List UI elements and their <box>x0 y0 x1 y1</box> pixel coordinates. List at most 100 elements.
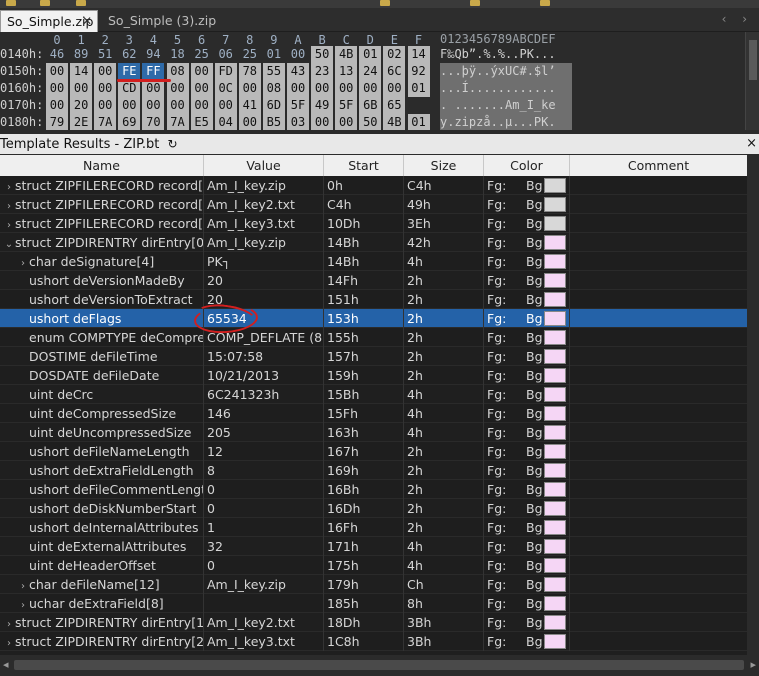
hex-byte[interactable]: 00 <box>190 97 213 114</box>
table-row[interactable]: ushort deInternalAttributes 1 16Fh 2h Fg: Bg: <box>0 518 747 537</box>
hex-row[interactable]: 0180h: 79 2E 7A 69 70 7A E5 04 00 B5 03 00 00 50 4B 01 y.… <box>0 114 759 130</box>
hex-byte[interactable]: 89 <box>70 46 92 63</box>
cell-comment[interactable] <box>570 347 747 366</box>
hex-byte[interactable]: 49 <box>311 97 334 114</box>
column-header-name[interactable]: Name <box>0 155 204 176</box>
hex-byte[interactable]: 55 <box>262 63 285 80</box>
bg-color-swatch[interactable] <box>544 368 566 383</box>
hex-byte[interactable]: 6D <box>262 97 285 114</box>
hex-byte[interactable]: 78 <box>238 63 261 80</box>
hex-byte[interactable]: FF <box>142 63 165 80</box>
table-row[interactable]: › struct ZIPDIRENTRY dirEntry[1] Am_I_key2… <box>0 613 747 632</box>
hex-byte[interactable]: 00 <box>142 97 165 114</box>
bg-color-swatch[interactable] <box>544 501 566 516</box>
hex-byte[interactable]: 00 <box>190 80 213 97</box>
hex-byte[interactable]: 00 <box>46 97 68 114</box>
cell-comment[interactable] <box>570 233 747 252</box>
table-row[interactable]: › uchar deExtraField[8] 185h 8h Fg: Bg: <box>0 594 747 613</box>
hex-byte[interactable]: 00 <box>94 80 117 97</box>
cell-comment[interactable] <box>570 195 747 214</box>
bg-color-swatch[interactable] <box>544 235 566 250</box>
bg-color-swatch[interactable] <box>544 539 566 554</box>
table-row[interactable]: ushort deVersionToExtract 20 151h 2h Fg: Bg: <box>0 290 747 309</box>
cell-comment[interactable] <box>570 309 747 328</box>
cell-comment[interactable] <box>570 366 747 385</box>
hex-byte[interactable]: 7A <box>94 114 117 130</box>
bg-color-swatch[interactable] <box>544 577 566 592</box>
tab-so-simple-3-zip[interactable]: So_Simple (3).zip <box>102 10 222 32</box>
hex-byte[interactable]: 00 <box>287 80 309 97</box>
table-row[interactable]: ushort deFileCommentLength 0 16Bh 2h Fg: Bg: <box>0 480 747 499</box>
column-header-start[interactable]: Start <box>324 155 404 176</box>
bg-color-swatch[interactable] <box>544 254 566 269</box>
hex-byte[interactable]: 00 <box>94 63 117 80</box>
cell-comment[interactable] <box>570 442 747 461</box>
scroll-left-icon[interactable]: ◂ <box>3 658 9 671</box>
hex-byte[interactable]: 00 <box>335 114 358 130</box>
hex-byte[interactable]: 94 <box>142 46 164 63</box>
bg-color-swatch[interactable] <box>544 273 566 288</box>
cell-comment[interactable] <box>570 423 747 442</box>
cell-comment[interactable] <box>570 480 747 499</box>
hex-byte[interactable]: 03 <box>287 114 309 130</box>
hex-ascii[interactable]: y.zipzå..µ...PK. <box>440 114 572 130</box>
bg-color-swatch[interactable] <box>544 311 566 326</box>
bg-color-swatch[interactable] <box>544 197 566 212</box>
expand-chevron-icon[interactable]: ⌄ <box>3 235 15 252</box>
hex-byte[interactable]: 02 <box>383 46 406 63</box>
hex-byte[interactable]: 01 <box>407 114 430 130</box>
hex-byte[interactable]: 00 <box>238 80 261 97</box>
hex-byte[interactable]: 4B <box>383 114 406 130</box>
hex-byte[interactable]: CD <box>118 80 141 97</box>
hex-byte[interactable]: 00 <box>311 114 334 130</box>
table-row[interactable]: uint deCompressedSize 146 15Fh 4h Fg: Bg: <box>0 404 747 423</box>
hex-byte[interactable]: FE <box>118 63 141 80</box>
grid-horizontal-scrollbar[interactable]: ◂ ▸ <box>0 655 759 676</box>
hex-byte[interactable]: 23 <box>311 63 334 80</box>
table-row[interactable]: › char deSignature[4] PK┐ 14Bh 4h Fg: Bg: <box>0 252 747 271</box>
hex-byte[interactable]: 04 <box>214 114 237 130</box>
bg-color-swatch[interactable] <box>544 520 566 535</box>
expand-chevron-icon[interactable]: › <box>17 577 29 594</box>
column-header-color[interactable]: Color <box>484 155 570 176</box>
hex-byte[interactable]: 2E <box>70 114 93 130</box>
bg-color-swatch[interactable] <box>544 444 566 459</box>
hex-row[interactable]: 0160h: 00 00 00 CD 00 00 00 0C 00 08 00 00 00 00 00 01..… <box>0 80 759 97</box>
table-row[interactable]: ushort deVersionMadeBy 20 14Fh 2h Fg: Bg: <box>0 271 747 290</box>
hex-byte[interactable]: 00 <box>166 80 189 97</box>
hex-byte[interactable]: 00 <box>142 80 165 97</box>
hex-ascii[interactable]: F‰Qb”.%.%..PK... <box>440 46 572 63</box>
bg-color-swatch[interactable] <box>544 596 566 611</box>
table-row[interactable]: enum COMPTYPE deCompres... COMP_DEFLATE (… <box>0 328 747 347</box>
cell-comment[interactable] <box>570 271 747 290</box>
cell-comment[interactable] <box>570 176 747 195</box>
hex-byte[interactable]: 00 <box>335 80 358 97</box>
cell-comment[interactable] <box>570 214 747 233</box>
column-header-size[interactable]: Size <box>404 155 484 176</box>
hex-byte[interactable]: B5 <box>262 114 285 130</box>
scroll-thumb[interactable] <box>14 660 744 670</box>
expand-chevron-icon[interactable]: › <box>17 254 29 271</box>
expand-chevron-icon[interactable]: › <box>3 197 15 214</box>
hex-byte[interactable]: 20 <box>70 97 93 114</box>
cell-comment[interactable] <box>570 290 747 309</box>
hex-byte[interactable]: 00 <box>118 97 141 114</box>
cell-comment[interactable] <box>570 461 747 480</box>
table-row[interactable]: › struct ZIPDIRENTRY dirEntry[2] Am_I_key3… <box>0 632 747 651</box>
hex-byte[interactable]: 0C <box>214 80 237 97</box>
bg-color-swatch[interactable] <box>544 292 566 307</box>
hex-byte[interactable]: 00 <box>166 97 189 114</box>
table-row[interactable]: › struct ZIPFILERECORD record[2] Am_I_key3… <box>0 214 747 233</box>
hex-ascii[interactable]: . .......Am_I_ke <box>440 97 572 114</box>
cell-comment[interactable] <box>570 252 747 271</box>
hex-row[interactable]: 0150h: 00 14 00 FE FF 08 00 FD 78 55 43 23 13 24 6C 92..… <box>0 63 759 80</box>
bg-color-swatch[interactable] <box>544 558 566 573</box>
hex-editor[interactable]: 0 1 2 3 4 5 6 7 8 9 A B C D E F 0123456789ABCDEF 0140h: 4… <box>0 32 759 130</box>
hex-byte[interactable]: 24 <box>359 63 382 80</box>
hex-byte[interactable]: 14 <box>70 63 93 80</box>
table-row[interactable]: ushort deExtraFieldLength 8 169h 2h Fg: Bg: <box>0 461 747 480</box>
hex-byte[interactable]: 01 <box>407 80 430 97</box>
hex-byte[interactable]: 43 <box>287 63 309 80</box>
table-row[interactable]: › struct ZIPFILERECORD record[0] Am_I_key.… <box>0 176 747 195</box>
cell-comment[interactable] <box>570 404 747 423</box>
